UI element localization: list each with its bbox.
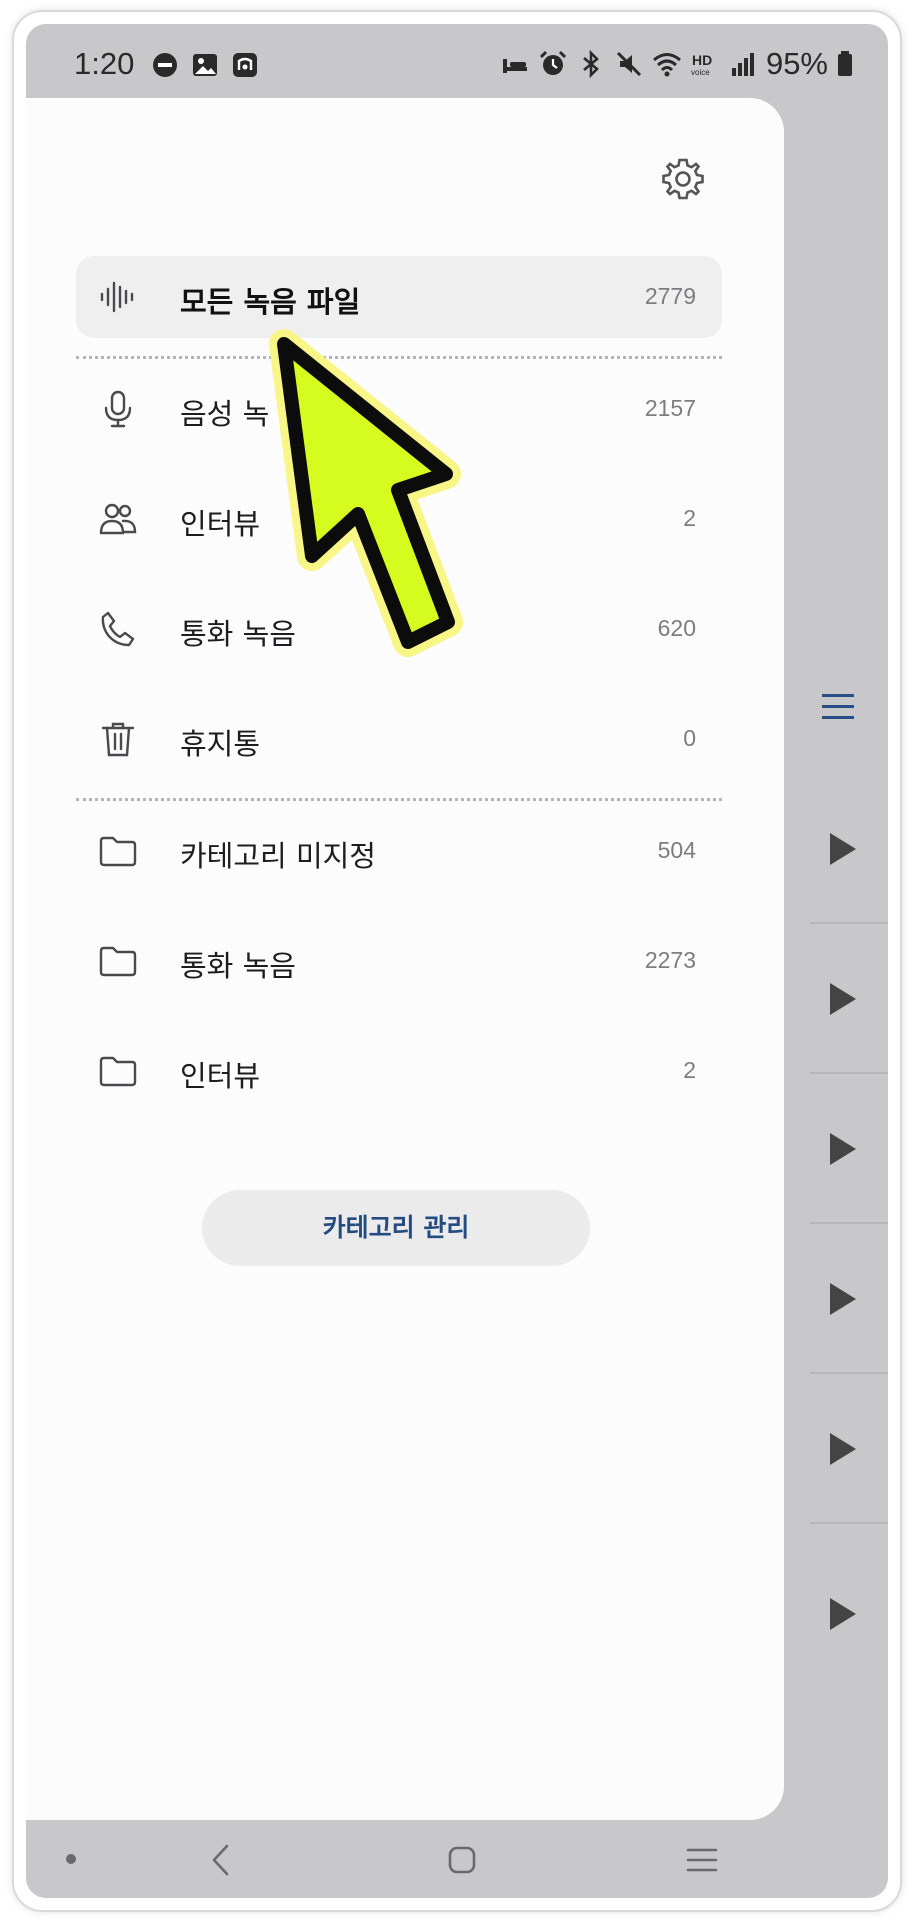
hd-voice-icon: HDvoice bbox=[691, 52, 712, 77]
svg-text:voice: voice bbox=[691, 68, 710, 77]
category-item-count: 2 bbox=[683, 1057, 696, 1083]
people-icon bbox=[99, 503, 137, 535]
wifi-icon bbox=[652, 53, 681, 77]
list-item[interactable] bbox=[810, 1224, 888, 1374]
category-item-label: 카테고리 미지정 bbox=[180, 839, 376, 873]
drawer-item-label: 휴지통 bbox=[180, 727, 261, 761]
drawer-item-label: 모든 녹음 파일 bbox=[180, 285, 361, 319]
drawer-item-label: 통화 녹음 bbox=[180, 617, 296, 651]
category-item-count: 2273 bbox=[644, 947, 696, 973]
folder-icon bbox=[99, 1056, 137, 1087]
signal-icon bbox=[731, 53, 754, 76]
bluetooth-icon bbox=[583, 49, 599, 79]
drawer-item-count: 2 bbox=[683, 505, 696, 531]
status-time: 1:20 bbox=[74, 46, 135, 81]
play-icon[interactable] bbox=[830, 1283, 856, 1315]
battery-percent: 95% bbox=[765, 46, 828, 81]
drawer-item-count: 2157 bbox=[644, 395, 696, 421]
alarm-icon bbox=[539, 50, 567, 75]
play-icon[interactable] bbox=[830, 833, 856, 865]
drawer-item-count: 620 bbox=[657, 615, 696, 641]
play-icon[interactable] bbox=[830, 1598, 856, 1630]
list-item[interactable] bbox=[810, 924, 888, 1074]
recents-icon[interactable] bbox=[682, 1840, 722, 1880]
svg-text:HD: HD bbox=[692, 52, 712, 68]
divider bbox=[76, 798, 722, 801]
list-item[interactable] bbox=[810, 1374, 888, 1524]
folder-icon bbox=[99, 836, 137, 867]
drawer-item-trash[interactable]: 휴지통 0 bbox=[76, 698, 722, 780]
back-icon[interactable] bbox=[202, 1840, 242, 1880]
drawer-item-count: 0 bbox=[683, 725, 696, 751]
drawer-item-count: 2779 bbox=[644, 283, 696, 309]
waveform-icon bbox=[100, 281, 134, 313]
divider bbox=[76, 356, 722, 359]
sleep-mode-icon bbox=[502, 59, 527, 73]
play-icon[interactable] bbox=[830, 1433, 856, 1465]
status-left-icons bbox=[150, 50, 260, 80]
device-frame: 1:20 HD voice 95% 모든 녹음 파일 2779 음성 녹 215… bbox=[14, 12, 900, 1910]
play-icon[interactable] bbox=[830, 1133, 856, 1165]
category-item-count: 504 bbox=[657, 837, 696, 863]
play-icon[interactable] bbox=[830, 983, 856, 1015]
system-nav-bar bbox=[26, 1820, 888, 1898]
list-item[interactable] bbox=[810, 774, 888, 924]
drawer-item-all-recordings[interactable]: 모든 녹음 파일 2779 bbox=[76, 256, 722, 338]
screen: 1:20 HD voice 95% 모든 녹음 파일 2779 음성 녹 215… bbox=[26, 24, 888, 1898]
category-item-interview[interactable]: 인터뷰 2 bbox=[76, 1030, 722, 1112]
manage-categories-button[interactable]: 카테고리 관리 bbox=[202, 1190, 590, 1266]
home-icon[interactable] bbox=[442, 1840, 482, 1880]
drawer-item-voice-recordings[interactable]: 음성 녹 2157 bbox=[76, 368, 722, 450]
trash-icon bbox=[101, 722, 135, 757]
folder-icon bbox=[99, 946, 137, 977]
microphone-icon bbox=[104, 390, 132, 428]
nav-dot-icon bbox=[66, 1854, 76, 1864]
hamburger-icon[interactable] bbox=[820, 688, 856, 724]
mute-icon bbox=[616, 51, 642, 77]
gallery-icon bbox=[193, 54, 217, 76]
drawer-item-label: 음성 녹 bbox=[180, 397, 270, 431]
drawer-item-interview[interactable]: 인터뷰 2 bbox=[76, 478, 722, 560]
list-item[interactable] bbox=[810, 1074, 888, 1224]
drawer-item-label: 인터뷰 bbox=[180, 507, 261, 541]
battery-icon bbox=[838, 51, 852, 76]
navigation-drawer: 모든 녹음 파일 2779 음성 녹 2157 인터뷰 2 통화 녹음 620 … bbox=[26, 98, 784, 1820]
status-right-icons: HD voice 95% bbox=[500, 46, 854, 82]
category-item-uncategorized[interactable]: 카테고리 미지정 504 bbox=[76, 810, 722, 892]
app-notification-icon bbox=[233, 53, 257, 77]
status-bar: 1:20 HD voice 95% bbox=[26, 24, 888, 90]
category-item-call-recordings[interactable]: 통화 녹음 2273 bbox=[76, 920, 722, 1002]
gear-icon[interactable] bbox=[660, 156, 706, 202]
category-item-label: 인터뷰 bbox=[180, 1059, 261, 1093]
category-item-label: 통화 녹음 bbox=[180, 949, 296, 983]
do-not-disturb-icon bbox=[153, 53, 177, 77]
list-item[interactable] bbox=[810, 1524, 888, 1674]
drawer-item-call-recordings[interactable]: 통화 녹음 620 bbox=[76, 588, 722, 670]
phone-icon bbox=[101, 611, 135, 647]
